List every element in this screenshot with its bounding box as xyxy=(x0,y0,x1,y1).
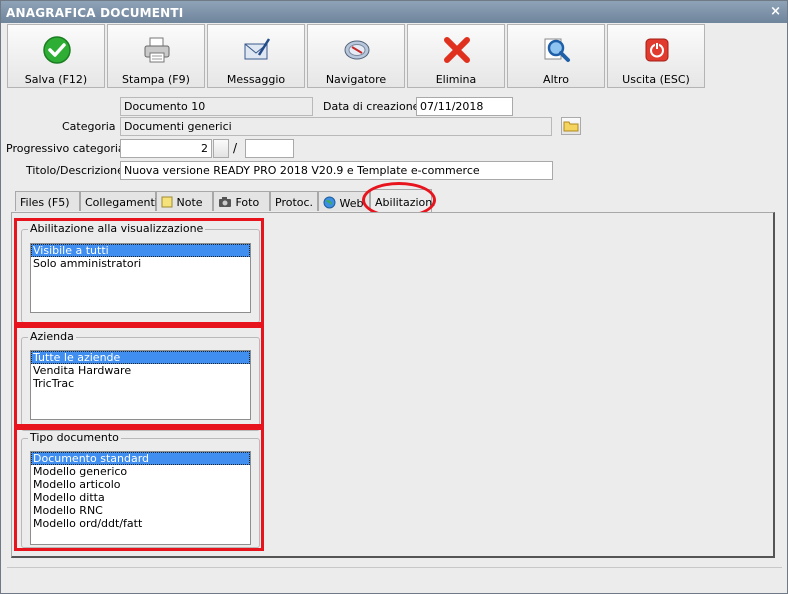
window-title: ANAGRAFICA DOCUMENTI xyxy=(6,6,184,20)
note-icon xyxy=(161,196,173,208)
tab-protoc-label: Protoc. xyxy=(275,196,314,209)
status-bar xyxy=(7,567,782,592)
print-button-label: Stampa (F9) xyxy=(122,73,190,86)
annotation-box-document-type xyxy=(14,427,264,551)
camera-icon xyxy=(219,197,231,207)
tab-foto[interactable]: Foto xyxy=(213,191,270,211)
title-description-field[interactable]: Nuova versione READY PRO 2018 V20.9 e Te… xyxy=(120,161,553,180)
check-icon xyxy=(43,36,71,64)
title-description-label: Titolo/Descrizione : xyxy=(26,164,132,177)
exit-button-label: Uscita (ESC) xyxy=(622,73,690,86)
save-button-label: Salva (F12) xyxy=(24,73,88,86)
annotation-box-visibility xyxy=(14,218,264,325)
category-label: Categoria : xyxy=(62,120,123,133)
message-button-label: Messaggio xyxy=(226,73,286,86)
delete-button[interactable]: Elimina xyxy=(407,24,505,88)
close-icon[interactable]: × xyxy=(770,4,781,19)
tab-files[interactable]: Files (F5) xyxy=(15,191,80,211)
exit-button[interactable]: Uscita (ESC) xyxy=(607,24,705,88)
tab-foto-label: Foto xyxy=(235,196,260,209)
progressive-number-field[interactable]: 2 xyxy=(120,139,212,158)
progressive-separator: / xyxy=(233,141,238,155)
navigator-button-label: Navigatore xyxy=(325,73,387,86)
compass-icon xyxy=(344,40,370,60)
delete-button-label: Elimina xyxy=(435,73,477,86)
globe-icon xyxy=(323,196,336,209)
tab-files-label: Files (F5) xyxy=(20,196,70,209)
folder-icon xyxy=(563,121,579,132)
progressive-category-label: Progressivo categoria : xyxy=(6,142,132,155)
magnifier-icon xyxy=(544,38,570,62)
printer-icon xyxy=(144,37,170,63)
category-browse-button[interactable] xyxy=(561,117,581,135)
annotation-box-company xyxy=(14,325,264,427)
tab-protoc[interactable]: Protoc. xyxy=(270,191,318,211)
creation-date-label: Data di creazione : xyxy=(323,100,427,113)
tab-note[interactable]: Note xyxy=(156,191,213,211)
tab-note-label: Note xyxy=(176,196,203,209)
more-button-label: Altro xyxy=(543,73,569,86)
print-button[interactable]: Stampa (F9) xyxy=(107,24,205,88)
save-button[interactable]: Salva (F12) xyxy=(7,24,105,88)
delete-x-icon xyxy=(444,37,470,63)
tab-collegamenti[interactable]: Collegamenti xyxy=(80,191,158,211)
navigator-button[interactable]: Navigatore xyxy=(307,24,405,88)
message-button[interactable]: Messaggio xyxy=(207,24,305,88)
envelope-icon xyxy=(244,38,271,60)
category-field[interactable]: Documenti generici xyxy=(120,117,552,136)
document-name-field: Documento 10 xyxy=(120,97,313,116)
progressive-suffix-field[interactable] xyxy=(245,139,294,158)
tab-web-label: Web xyxy=(339,197,364,210)
title-bar[interactable]: ANAGRAFICA DOCUMENTI × xyxy=(1,1,787,23)
main-window: ANAGRAFICA DOCUMENTI × Salva (F12) Stamp… xyxy=(0,0,788,594)
more-button[interactable]: Altro xyxy=(507,24,605,88)
tab-collegamenti-label: Collegamenti xyxy=(85,196,158,209)
progressive-spin-button[interactable] xyxy=(213,139,229,158)
power-icon xyxy=(645,38,669,62)
creation-date-field[interactable]: 07/11/2018 xyxy=(416,97,513,116)
